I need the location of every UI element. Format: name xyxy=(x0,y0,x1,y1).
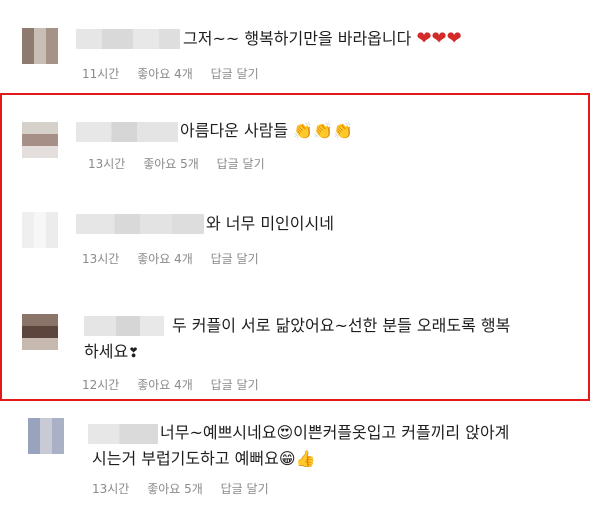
comment-item: 너무~예쁘시네요😍이쁜커플옷입고 커플끼리 앉아계 시는거 부럽기도하고 예뻐요… xyxy=(0,410,602,510)
comment-body-line2: 하세요 xyxy=(84,342,129,361)
likes-count[interactable]: 좋아요 5개 xyxy=(147,482,203,496)
comment-text: 두 커플이 서로 닮았어요~선한 분들 오래도록 행복 xyxy=(172,313,510,339)
avatar[interactable] xyxy=(22,314,58,350)
username-blurred[interactable] xyxy=(76,29,180,49)
clap-emoji: 👏👏👏 xyxy=(293,121,353,140)
comment-time[interactable]: 13시간 xyxy=(82,252,119,266)
likes-count[interactable]: 좋아요 5개 xyxy=(143,157,199,171)
comment-body-line1: 너무~예쁘시네요 xyxy=(160,423,277,442)
username-blurred[interactable] xyxy=(88,424,158,444)
username-blurred[interactable] xyxy=(84,316,164,336)
comment-body-line1b: 이쁜커플옷입고 커플끼리 앉아계 xyxy=(293,423,510,442)
reply-link[interactable]: 답글 달기 xyxy=(211,378,259,392)
comment-body: 와 너무 미인이시네 xyxy=(206,214,334,233)
comment-item: 아름다운 사람들 👏👏👏 13시간 좋아요 5개 답글 달기 xyxy=(0,110,602,190)
username-blurred[interactable] xyxy=(76,214,204,234)
comment-body: 아름다운 사람들 xyxy=(180,121,289,140)
likes-count[interactable]: 좋아요 4개 xyxy=(137,252,193,266)
comment-body-line1: 두 커플이 서로 닮았어요~선한 분들 오래도록 행복 xyxy=(172,316,511,335)
avatar[interactable] xyxy=(22,28,58,64)
heart-exclamation-emoji: ❣ xyxy=(128,346,140,361)
reply-link[interactable]: 답글 달기 xyxy=(211,252,259,266)
heart-emoji: ❤❤❤ xyxy=(416,28,462,49)
comment-item: 와 너무 미인이시네 13시간 좋아요 4개 답글 달기 xyxy=(0,198,602,278)
likes-count[interactable]: 좋아요 4개 xyxy=(137,378,193,392)
avatar[interactable] xyxy=(22,212,58,248)
comment-text: 시는거 부럽기도하고 예뻐요😁👍 xyxy=(92,446,315,472)
grin-thumbs-emoji: 😁👍 xyxy=(278,449,316,468)
likes-count[interactable]: 좋아요 4개 xyxy=(137,67,193,81)
comment-text: 아름다운 사람들 👏👏👏 xyxy=(180,118,353,144)
comment-time[interactable]: 13시간 xyxy=(88,157,125,171)
comment-time[interactable]: 13시간 xyxy=(92,482,129,496)
heart-eyes-emoji: 😍 xyxy=(276,423,294,442)
avatar[interactable] xyxy=(22,122,58,158)
username-blurred[interactable] xyxy=(76,122,178,142)
comment-item: 두 커플이 서로 닮았어요~선한 분들 오래도록 행복 하세요❣ 12시간 좋아… xyxy=(0,300,602,400)
comment-text: 너무~예쁘시네요😍이쁜커플옷입고 커플끼리 앉아계 xyxy=(160,420,509,446)
reply-link[interactable]: 답글 달기 xyxy=(221,482,269,496)
reply-link[interactable]: 답글 달기 xyxy=(217,157,265,171)
comment-time[interactable]: 12시간 xyxy=(82,378,119,392)
comment-body: 그저~~ 행복하기만을 바라옵니다 xyxy=(183,29,412,48)
comment-text: 하세요❣ xyxy=(84,339,139,367)
comment-text: 그저~~ 행복하기만을 바라옵니다 ❤❤❤ xyxy=(183,26,462,52)
comment-meta: 11시간 좋아요 4개 답글 달기 xyxy=(82,65,273,82)
comment-item: 그저~~ 행복하기만을 바라옵니다 ❤❤❤ 11시간 좋아요 4개 답글 달기 xyxy=(0,0,602,90)
reply-link[interactable]: 답글 달기 xyxy=(211,67,259,81)
comment-text: 와 너무 미인이시네 xyxy=(206,211,334,237)
comment-meta: 13시간 좋아요 4개 답글 달기 xyxy=(82,250,273,267)
comment-meta: 12시간 좋아요 4개 답글 달기 xyxy=(82,376,273,393)
avatar[interactable] xyxy=(28,418,64,454)
comment-body-line2: 시는거 부럽기도하고 예뻐요 xyxy=(92,449,279,468)
comment-meta: 13시간 좋아요 5개 답글 달기 xyxy=(92,480,283,497)
comment-meta: 13시간 좋아요 5개 답글 달기 xyxy=(88,155,279,172)
comment-time[interactable]: 11시간 xyxy=(82,67,119,81)
